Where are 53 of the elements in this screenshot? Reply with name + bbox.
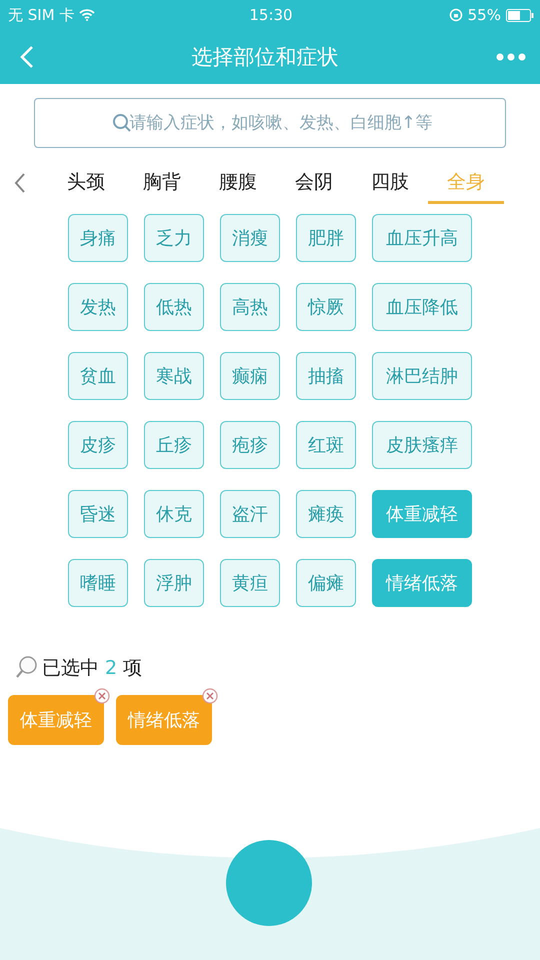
- symptom-chip[interactable]: 贫血: [68, 352, 128, 400]
- chevron-left-icon[interactable]: [14, 172, 26, 194]
- symptom-chip[interactable]: 乏力: [144, 214, 204, 262]
- symptom-chip[interactable]: 肥胖: [296, 214, 356, 262]
- body-tab[interactable]: 腰腹: [200, 162, 276, 204]
- symptom-chip[interactable]: 身痛: [68, 214, 128, 262]
- symptom-chip[interactable]: 情绪低落: [372, 559, 472, 607]
- symptom-chip[interactable]: 惊厥: [296, 283, 356, 331]
- symptom-chip[interactable]: 血压降低: [372, 283, 472, 331]
- symptom-chip[interactable]: 盗汗: [220, 490, 280, 538]
- selected-count-text: 已选中 2 项: [42, 656, 142, 681]
- body-tab[interactable]: 四肢: [352, 162, 428, 204]
- symptom-chip[interactable]: 浮肿: [144, 559, 204, 607]
- clock-text: 15:30: [249, 6, 293, 24]
- symptom-chip[interactable]: 寒战: [144, 352, 204, 400]
- symptom-chip[interactable]: 偏瘫: [296, 559, 356, 607]
- more-icon[interactable]: [496, 53, 526, 61]
- symptom-chip[interactable]: 瘫痪: [296, 490, 356, 538]
- symptom-chip[interactable]: 黄疸: [220, 559, 280, 607]
- body-tab[interactable]: 会阴: [276, 162, 352, 204]
- wifi-icon: [79, 9, 96, 21]
- body-tab[interactable]: 全身: [428, 162, 504, 204]
- search-field[interactable]: 请输入症状，如咳嗽、发热、白细胞↑等: [34, 98, 506, 148]
- remove-icon[interactable]: [94, 688, 110, 704]
- page-title: 选择部位和症状: [192, 44, 338, 71]
- symptom-chip[interactable]: 丘疹: [144, 421, 204, 469]
- symptom-chip[interactable]: 昏迷: [68, 490, 128, 538]
- selected-tag[interactable]: 体重减轻: [8, 695, 104, 745]
- battery-text: 55%: [468, 6, 501, 24]
- symptom-chip[interactable]: 发热: [68, 283, 128, 331]
- symptom-chip[interactable]: 低热: [144, 283, 204, 331]
- body-tab[interactable]: 胸背: [124, 162, 200, 204]
- symptom-chip[interactable]: 癫痫: [220, 352, 280, 400]
- symptom-chip[interactable]: 疱疹: [220, 421, 280, 469]
- symptom-chip[interactable]: 休克: [144, 490, 204, 538]
- battery-icon: [506, 8, 534, 22]
- symptom-chip[interactable]: 血压升高: [372, 214, 472, 262]
- back-icon[interactable]: [20, 45, 34, 69]
- symptom-chip[interactable]: 淋巴结肿: [372, 352, 472, 400]
- selected-tag[interactable]: 情绪低落: [116, 695, 212, 745]
- remove-icon[interactable]: [202, 688, 218, 704]
- symptom-chip[interactable]: 嗜睡: [68, 559, 128, 607]
- symptom-chip[interactable]: 红斑: [296, 421, 356, 469]
- rotation-lock-icon: [448, 8, 463, 22]
- symptom-chip[interactable]: 皮肤瘙痒: [372, 421, 472, 469]
- magnifier-icon: [16, 656, 38, 680]
- body-tab[interactable]: 头颈: [48, 162, 124, 204]
- symptom-chip[interactable]: 抽搐: [296, 352, 356, 400]
- symptom-chip[interactable]: 高热: [220, 283, 280, 331]
- symptom-chip[interactable]: 消瘦: [220, 214, 280, 262]
- symptom-chip[interactable]: 皮疹: [68, 421, 128, 469]
- carrier-text: 无 SIM 卡: [8, 6, 74, 24]
- symptom-chip[interactable]: 体重减轻: [372, 490, 472, 538]
